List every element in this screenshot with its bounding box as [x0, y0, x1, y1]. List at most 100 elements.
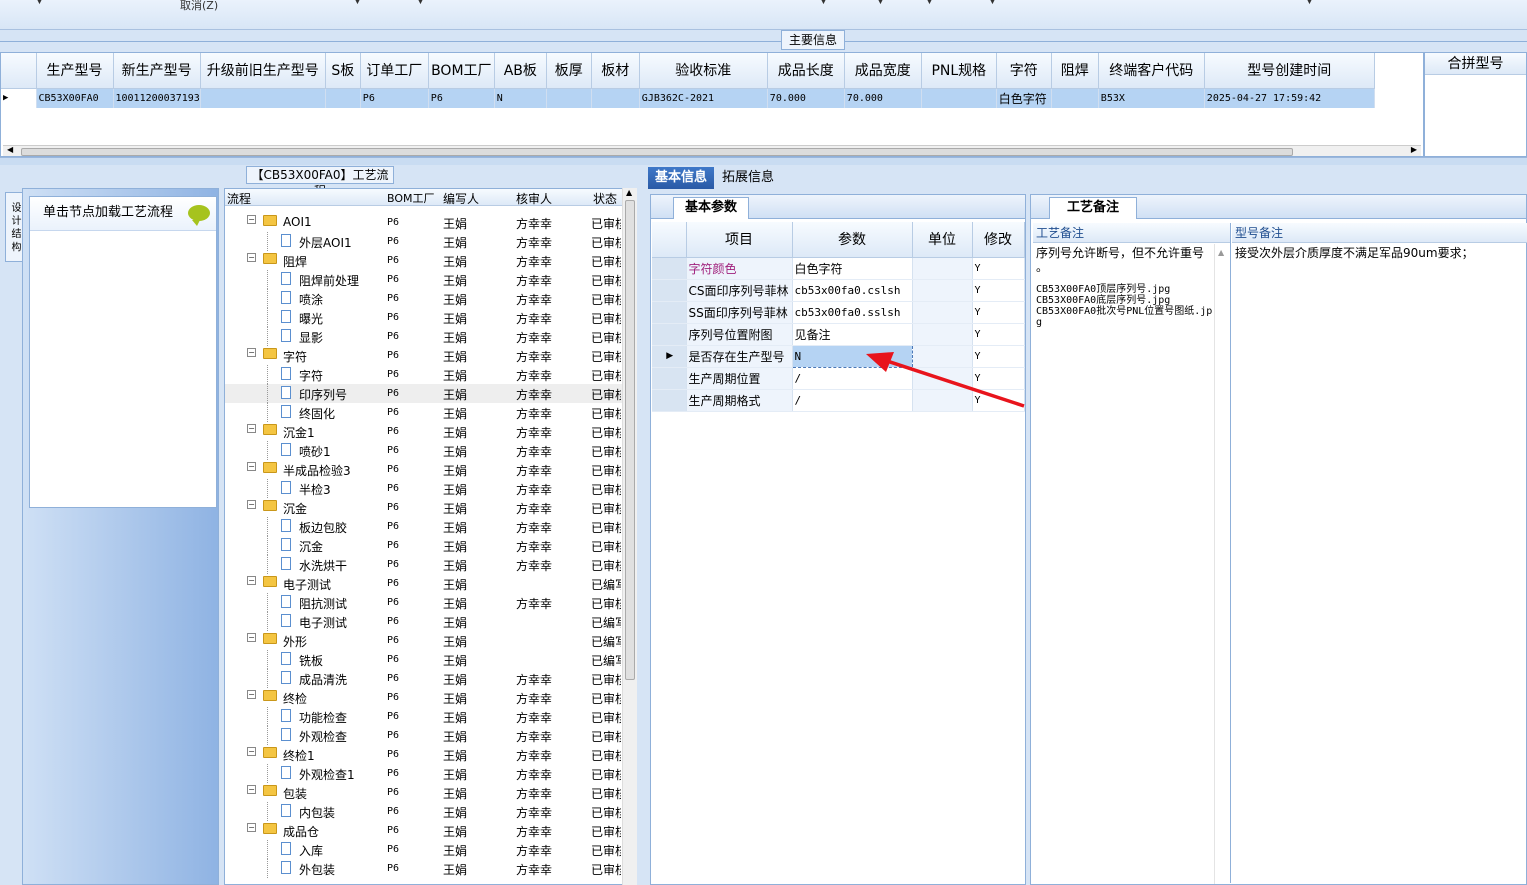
cell-new-production-model[interactable]: 10011200037193 [113, 88, 201, 108]
col-header-product-length[interactable]: 成品长度 [767, 53, 845, 89]
tree-row[interactable]: 印序列号 P6 王娟 方幸幸 已审核 [225, 384, 636, 403]
param-row[interactable]: 序列号位置附图 见备注 Y [652, 323, 1025, 346]
col-header-model-created-time[interactable]: 型号创建时间 [1204, 53, 1375, 89]
collapse-icon[interactable]: − [247, 747, 256, 756]
collapse-icon[interactable]: − [247, 690, 256, 699]
param-unit[interactable] [912, 323, 973, 346]
param-value[interactable]: 白色字符 [792, 257, 913, 280]
param-unit[interactable] [912, 279, 973, 302]
tree-row[interactable]: 板边包胶 P6 王娟 方幸幸 已审核 [225, 517, 636, 536]
param-value[interactable]: 见备注 [792, 323, 913, 346]
tree-row[interactable]: − 外形 P6 王娟 已编写 [225, 631, 636, 650]
cell-order-factory[interactable]: P6 [360, 88, 429, 108]
tree-row[interactable]: 阻抗测试 P6 王娟 方幸幸 已审核 [225, 593, 636, 612]
tree-node-label[interactable]: 水洗烘干 [299, 557, 347, 574]
cell-board-thickness[interactable] [546, 88, 592, 108]
dropdown-arrow-icon[interactable]: ▼ [989, 0, 996, 6]
cell-old-production-model[interactable] [200, 88, 326, 108]
cell-bom-factory[interactable]: P6 [428, 88, 495, 108]
tree-row[interactable]: − 阻焊 P6 王娟 方幸幸 已审核 [225, 251, 636, 270]
col-header-board-material[interactable]: 板材 [591, 53, 640, 89]
tree-node-label[interactable]: 沉金1 [283, 424, 315, 441]
param-unit[interactable] [912, 257, 973, 280]
tree-vertical-scrollbar[interactable]: ▲ [622, 188, 637, 885]
tree-row[interactable]: 外观检查 P6 王娟 方幸幸 已审核 [225, 726, 636, 745]
tree-row[interactable]: 成品清洗 P6 王娟 方幸幸 已审核 [225, 669, 636, 688]
horizontal-splitter[interactable] [0, 157, 1527, 165]
tree-node-label[interactable]: 显影 [299, 329, 323, 346]
param-row[interactable]: SS面印序列号菲林 cb53x00fa0.sslsh Y [652, 301, 1025, 324]
tree-node-label[interactable]: 终检 [283, 690, 307, 707]
tree-row[interactable]: 内包装 P6 王娟 方幸幸 已审核 [225, 802, 636, 821]
tree-node-label[interactable]: 沉金 [283, 500, 307, 517]
collapse-icon[interactable]: − [247, 500, 256, 509]
dropdown-arrow-icon[interactable]: ▼ [354, 0, 361, 6]
tree-row[interactable]: 电子测试 P6 王娟 已编写 [225, 612, 636, 631]
tree-node-label[interactable]: 功能检查 [299, 709, 347, 726]
col-header-acceptance-standard[interactable]: 验收标准 [639, 53, 768, 89]
tree-node-label[interactable]: 成品仓 [283, 823, 319, 840]
tree-row[interactable]: 曝光 P6 王娟 方幸幸 已审核 [225, 308, 636, 327]
tree-row[interactable]: 半检3 P6 王娟 方幸幸 已审核 [225, 479, 636, 498]
tree-row[interactable]: 沉金 P6 王娟 方幸幸 已审核 [225, 536, 636, 555]
col-header-legend[interactable]: 字符 [996, 53, 1052, 89]
tree-node-label[interactable]: 电子测试 [299, 614, 347, 631]
tab-process-remarks[interactable]: 工艺备注 [1049, 197, 1137, 219]
table-row[interactable]: ▶ CB53X00FA0 10011200037193 P6 P6 N GJB362C-2… [1, 88, 1375, 108]
tree-node-label[interactable]: 喷砂1 [299, 443, 331, 460]
tree-row[interactable]: 水洗烘干 P6 王娟 方幸幸 已审核 [225, 555, 636, 574]
param-modify[interactable]: Y [972, 257, 1025, 280]
tree-row[interactable]: − 包装 P6 王娟 方幸幸 已审核 [225, 783, 636, 802]
tree-node-label[interactable]: 外形 [283, 633, 307, 650]
cell-board-material[interactable] [591, 88, 640, 108]
tree-node-label[interactable]: 板边包胶 [299, 519, 347, 536]
col-header-old-production-model[interactable]: 升级前旧生产型号 [200, 53, 326, 89]
cell-production-model[interactable]: CB53X00FA0 [36, 88, 114, 108]
param-modify[interactable]: Y [972, 301, 1025, 324]
param-row[interactable]: 字符颜色 白色字符 Y [652, 257, 1025, 280]
col-header-s-board[interactable]: S板 [325, 53, 361, 89]
collapse-icon[interactable]: − [247, 348, 256, 357]
tree-node-label[interactable]: 外观检查 [299, 728, 347, 745]
cell-legend[interactable]: 白色字符 [996, 88, 1052, 108]
cancel-button[interactable]: 取消(Z) [180, 0, 218, 13]
tree-row[interactable]: 外观检查1 P6 王娟 方幸幸 已审核 [225, 764, 636, 783]
col-header-new-production-model[interactable]: 新生产型号 [113, 53, 201, 89]
tree-row[interactable]: − AOI1 P6 王娟 方幸幸 已审核 [225, 213, 636, 232]
tree-row[interactable]: 字符 P6 王娟 方幸幸 已审核 [225, 365, 636, 384]
cell-solder-mask[interactable] [1051, 88, 1099, 108]
collapse-icon[interactable]: − [247, 215, 256, 224]
tree-row[interactable]: − 半成品检验3 P6 王娟 方幸幸 已审核 [225, 460, 636, 479]
tree-node-label[interactable]: 终固化 [299, 405, 335, 422]
tree-node-label[interactable]: 终检1 [283, 747, 315, 764]
tree-node-label[interactable]: 字符 [299, 367, 323, 384]
dropdown-arrow-icon[interactable]: ▼ [1306, 0, 1313, 6]
tree-node-label[interactable]: 半检3 [299, 481, 331, 498]
tree-node-label[interactable]: 成品清洗 [299, 671, 347, 688]
tree-node-label[interactable]: 外层AOI1 [299, 234, 352, 251]
process-remarks-column[interactable]: 工艺备注 序列号允许断号，但不允许重号 。 CB53X00FA0顶层序列号.jp… [1033, 223, 1231, 883]
cell-acceptance-standard[interactable]: GJB362C-2021 [639, 88, 768, 108]
main-info-grid[interactable]: 生产型号 新生产型号 升级前旧生产型号 S板 订单工厂 BOM工厂 AB板 板厚 板材 验收标准成… [0, 52, 1424, 157]
scroll-thumb[interactable] [21, 148, 1293, 156]
param-modify[interactable]: Y [972, 323, 1025, 346]
scroll-left-icon[interactable]: ◀ [7, 145, 13, 154]
tree-row[interactable]: 功能检查 P6 王娟 方幸幸 已审核 [225, 707, 636, 726]
tree-node-label[interactable]: 曝光 [299, 310, 323, 327]
tab-basic-params[interactable]: 基本参数 [673, 197, 749, 219]
tab-extended-info[interactable]: 拓展信息 [718, 167, 778, 189]
tree-row[interactable]: − 沉金1 P6 王娟 方幸幸 已审核 [225, 422, 636, 441]
col-header-board-thickness[interactable]: 板厚 [546, 53, 592, 89]
cell-customer-code[interactable]: B53X [1098, 88, 1205, 108]
tree-row[interactable]: 外包装 P6 王娟 方幸幸 已审核 [225, 859, 636, 878]
dropdown-arrow-icon[interactable]: ▼ [877, 0, 884, 6]
col-header-production-model[interactable]: 生产型号 [36, 53, 114, 89]
tree-node-label[interactable]: 外包装 [299, 861, 335, 878]
tab-basic-info[interactable]: 基本信息 [648, 167, 714, 189]
cell-product-width[interactable]: 70.000 [844, 88, 922, 108]
tree-row[interactable]: − 沉金 P6 王娟 方幸幸 已审核 [225, 498, 636, 517]
tree-node-label[interactable]: 内包装 [299, 804, 335, 821]
col-header-pnl-spec[interactable]: PNL规格 [921, 53, 997, 89]
col-header-customer-code[interactable]: 终端客户代码 [1098, 53, 1205, 89]
load-flow-box[interactable]: 单击节点加载工艺流程 [29, 196, 217, 508]
